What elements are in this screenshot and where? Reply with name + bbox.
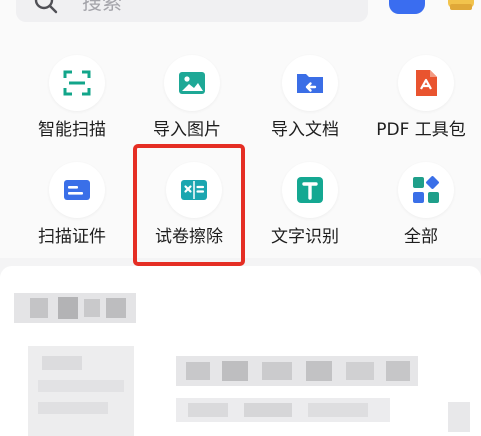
tool-import-image[interactable]: 导入图片 — [127, 55, 247, 155]
blurred-title — [14, 293, 136, 323]
blurred-text-line — [176, 398, 390, 422]
recent-documents-card — [0, 266, 481, 436]
folder-import-icon — [297, 74, 323, 93]
tool-label: 文字识别 — [271, 227, 339, 247]
tool-icon-bg — [282, 55, 338, 111]
tool-label: 全部 — [404, 227, 438, 247]
image-icon — [179, 72, 205, 94]
scan-frame-icon — [63, 70, 91, 96]
tool-scan-id[interactable]: 扫描证件 — [12, 162, 132, 262]
tool-text-recognition[interactable]: 文字识别 — [245, 162, 365, 262]
search-icon — [34, 0, 58, 14]
tool-label: 智能扫描 — [38, 120, 106, 140]
tool-all[interactable]: 全部 — [361, 162, 481, 262]
tool-smart-scan[interactable]: 智能扫描 — [12, 55, 132, 155]
vip-crown-icon[interactable] — [446, 0, 476, 14]
highlight-box — [133, 144, 245, 266]
id-card-icon — [64, 180, 90, 200]
text-recognition-icon — [297, 177, 323, 203]
pdf-icon — [416, 70, 437, 96]
search-input[interactable]: 搜索 — [16, 0, 368, 22]
tool-label: 扫描证件 — [38, 227, 106, 247]
all-apps-icon — [413, 176, 439, 203]
search-placeholder: 搜索 — [82, 0, 122, 14]
tool-label: PDF 工具包 — [376, 120, 466, 140]
tool-import-document[interactable]: 导入文档 — [245, 55, 365, 155]
tool-icon-bg — [398, 162, 454, 218]
tool-label: 导入文档 — [271, 120, 339, 140]
tool-label: 导入图片 — [153, 120, 221, 140]
tool-icon-bg — [282, 162, 338, 218]
tool-icon-bg — [49, 162, 105, 218]
message-button[interactable] — [389, 0, 425, 14]
tool-icon-bg — [49, 55, 105, 111]
tool-pdf-toolkit[interactable]: PDF 工具包 — [361, 55, 481, 155]
blurred-text-line — [176, 356, 418, 386]
blurred-more-icon — [448, 402, 470, 432]
tool-icon-bg — [164, 55, 220, 111]
blurred-thumbnail — [28, 346, 134, 436]
tool-icon-bg — [398, 55, 454, 111]
